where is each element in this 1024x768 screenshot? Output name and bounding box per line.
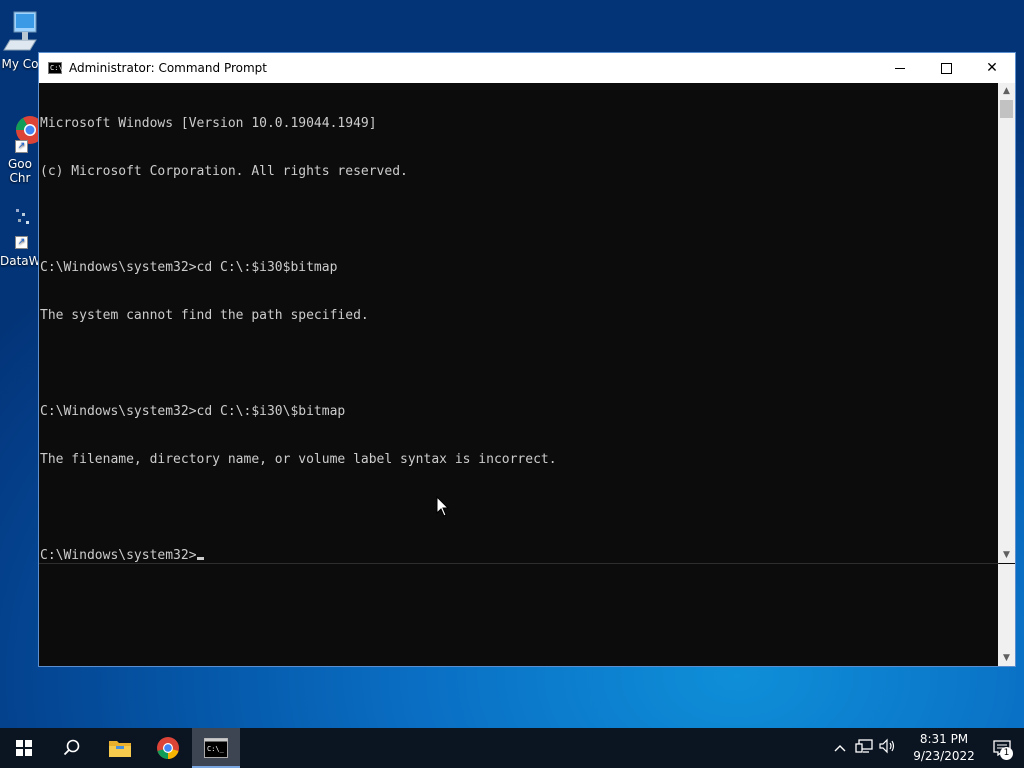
maximize-button[interactable] [923,53,969,83]
windows-logo-icon [16,740,32,756]
show-hidden-icons-chevron-icon[interactable] [828,741,852,756]
search-button[interactable] [48,728,96,768]
close-icon: ✕ [986,60,998,76]
cmd-icon: C:\ [48,62,63,74]
clock-date: 9/23/2022 [913,749,975,763]
cmd-icon: C:\_ [204,738,228,758]
console-prompt: C:\Windows\system32> [40,548,197,563]
scroll-up-arrow-icon[interactable]: ▲ [998,83,1015,99]
minimize-button[interactable] [877,53,923,83]
desktop-icon-label: DataW [0,254,40,268]
console-line: (c) Microsoft Corporation. All rights re… [40,164,408,179]
console-line: C:\Windows\system32>cd C:\:$i30$bitmap [40,260,338,275]
search-icon [63,739,80,756]
network-icon[interactable] [852,738,876,758]
chrome-taskbar-button[interactable] [144,728,192,768]
desktop-icon-datawrapper[interactable]: ↗ DataW [0,205,40,268]
console-line: The filename, directory name, or volume … [40,452,557,467]
console-divider [39,563,999,564]
console-line: C:\Windows\system32>cd C:\:$i30\$bitmap [40,404,346,419]
chrome-icon [157,737,179,759]
desktop-icon-label: My Co [1,57,39,71]
shortcut-arrow-icon: ↗ [15,236,28,249]
text-cursor [196,557,204,560]
system-tray: 8:31 PM 9/23/2022 1 [828,728,1024,768]
window-title: Administrator: Command Prompt [69,61,267,75]
console-output[interactable]: Microsoft Windows [Version 10.0.19044.19… [39,83,999,666]
start-button[interactable] [0,728,48,768]
svg-text:C:\_: C:\_ [207,745,225,753]
taskbar: C:\_ 8:31 PM 9/23/2022 1 [0,728,1024,768]
title-bar[interactable]: C:\ Administrator: Command Prompt ✕ [39,53,1015,83]
taskbar-clock[interactable]: 8:31 PM 9/23/2022 [908,731,980,765]
vertical-scrollbar[interactable]: ▲ ▼ [998,83,1015,563]
scrollbar-thumb[interactable] [1000,100,1013,118]
shortcut-arrow-icon: ↗ [15,140,28,153]
notification-count-badge: 1 [1000,747,1013,760]
vertical-scrollbar-lower[interactable]: ▼ [998,564,1015,666]
console-line: The system cannot find the path specifie… [40,308,369,323]
action-center-button[interactable]: 1 [980,728,1024,768]
command-prompt-taskbar-button[interactable]: C:\_ [192,728,240,768]
minimize-icon [895,67,905,69]
close-button[interactable]: ✕ [969,53,1015,83]
console-prompt-line[interactable]: C:\Windows\system32> [40,548,999,564]
console-line: Microsoft Windows [Version 10.0.19044.19… [40,116,377,131]
maximize-icon [940,62,952,74]
folder-icon [109,741,131,757]
desktop-icon-google-chrome[interactable]: ↗ Goo Chr [0,108,44,185]
mouse-pointer-icon [436,496,450,517]
scroll-down-arrow-icon[interactable]: ▼ [998,650,1015,666]
desktop-icon-label: Goo Chr [8,157,32,185]
desktop-icon-my-computer[interactable]: My Co [0,10,40,71]
scroll-down-arrow-icon[interactable]: ▼ [998,547,1015,563]
file-explorer-button[interactable] [96,728,144,768]
volume-icon[interactable] [876,738,900,758]
command-prompt-window[interactable]: C:\ Administrator: Command Prompt ✕ Micr… [38,52,1016,667]
clock-time: 8:31 PM [919,732,969,746]
computer-icon [3,11,37,51]
